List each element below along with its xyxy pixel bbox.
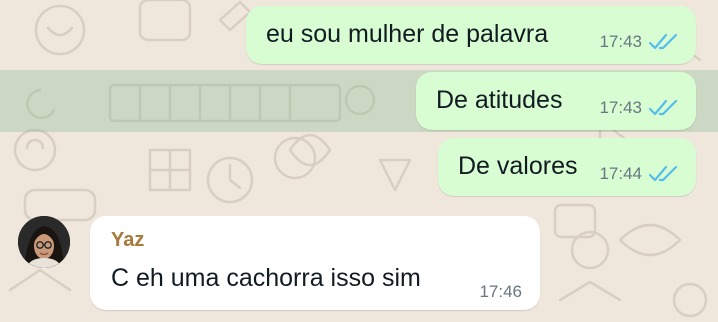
read-double-check-icon — [648, 99, 678, 116]
outgoing-message-bubble[interactable]: De atitudes 17:43 — [416, 72, 696, 130]
message-time: 17:43 — [599, 98, 642, 117]
outgoing-message-bubble[interactable]: eu sou mulher de palavra 17:43 — [246, 6, 696, 64]
message-text: De atitudes — [436, 86, 563, 114]
read-double-check-icon — [648, 33, 678, 50]
avatar-photo — [18, 216, 70, 268]
message-time: 17:43 — [599, 32, 642, 51]
message-meta: 17:43 — [599, 32, 680, 52]
message-time: 17:44 — [599, 164, 642, 183]
message-text: De valores — [458, 152, 578, 180]
message-meta: 17:44 — [599, 164, 680, 184]
sender-avatar[interactable] — [18, 216, 70, 268]
message-text: eu sou mulher de palavra — [266, 20, 549, 48]
incoming-message-bubble[interactable]: Yaz C eh uma cachorra isso sim 17:46 — [90, 216, 540, 310]
message-time: 17:46 — [479, 282, 522, 301]
read-double-check-icon — [648, 165, 678, 182]
outgoing-message-bubble[interactable]: De valores 17:44 — [438, 138, 696, 196]
message-meta: 17:43 — [599, 98, 680, 118]
message-text: C eh uma cachorra isso sim — [111, 264, 421, 292]
sender-name[interactable]: Yaz — [111, 229, 144, 252]
